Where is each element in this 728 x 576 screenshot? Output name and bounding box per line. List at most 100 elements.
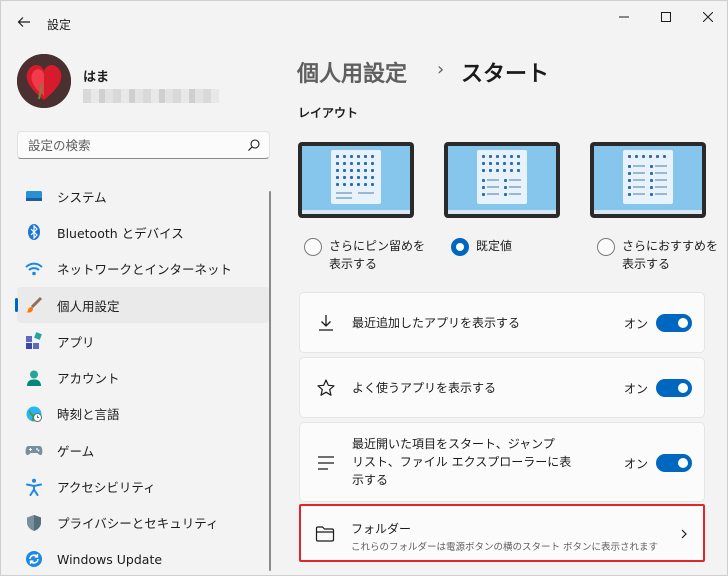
back-button[interactable] xyxy=(13,11,35,33)
sidebar-item-bluetooth[interactable]: Bluetooth とデバイス xyxy=(17,214,269,250)
preview-app-dot xyxy=(364,162,367,165)
preview-app-dot xyxy=(496,169,499,172)
preview-app-dot xyxy=(489,155,492,158)
preview-app-dot xyxy=(489,169,492,172)
preview-app-dot xyxy=(510,162,513,165)
heart-photo-icon xyxy=(17,54,71,108)
sidebar-scrollbar[interactable] xyxy=(269,191,271,571)
search-input[interactable] xyxy=(18,132,238,158)
sidebar-item-system[interactable]: システム xyxy=(17,178,269,214)
radio-label-line: さらにピン留めを xyxy=(329,239,426,253)
preview-list-line xyxy=(358,192,374,194)
sidebar-item-windows-update[interactable]: Windows Update xyxy=(17,541,269,575)
preview-app-dot xyxy=(517,155,520,158)
radio-button[interactable] xyxy=(304,238,322,256)
setting-label: よく使うアプリを表示する xyxy=(352,381,497,395)
apps-icon xyxy=(25,332,43,350)
setting-folders[interactable]: フォルダー これらのフォルダーは電源ボタンの横のスタート ボタンに表示されます xyxy=(299,504,705,562)
sidebar-item-label: アクセシビリティ xyxy=(57,480,156,496)
sidebar-item-accessibility[interactable]: アクセシビリティ xyxy=(17,468,269,504)
sidebar-item-network[interactable]: ネットワークとインターネット xyxy=(17,251,269,287)
preview-list-line xyxy=(487,179,499,181)
toggle-state-label: オン xyxy=(624,457,649,471)
radio-label-line: 表示する xyxy=(329,257,378,271)
preview-app-dot xyxy=(650,165,653,168)
search-icon[interactable] xyxy=(247,138,261,152)
setting-label-line: リスト、ファイル エクスプローラーに表 xyxy=(352,455,572,469)
user-email-blurred xyxy=(83,89,219,103)
preview-list-line xyxy=(655,193,667,195)
preview-taskbar xyxy=(594,210,702,214)
sidebar-item-accounts[interactable]: アカウント xyxy=(17,359,269,395)
sidebar-item-personalization[interactable]: 個人用設定 xyxy=(15,286,269,324)
layout-more-recommendations-preview[interactable] xyxy=(590,142,706,218)
preview-app-dot xyxy=(343,176,346,179)
search-box[interactable] xyxy=(17,131,270,159)
preview-app-dot xyxy=(350,162,353,165)
sidebar-item-label: アカウント xyxy=(57,371,120,387)
layout-more-pins-preview[interactable] xyxy=(298,142,414,218)
preview-list-line xyxy=(655,179,667,181)
preview-screen xyxy=(594,146,702,214)
preview-app-dot xyxy=(517,169,520,172)
radio-button[interactable] xyxy=(597,238,615,256)
preview-app-dot xyxy=(357,155,360,158)
sidebar-item-gaming[interactable]: ゲーム xyxy=(17,432,269,468)
radio-option-more-recommendations[interactable]: さらにおすすめを 表示する xyxy=(597,237,718,273)
sidebar-item-privacy[interactable]: プライバシーとセキュリティ xyxy=(17,505,269,541)
preview-app-dot xyxy=(663,155,666,158)
preview-app-dot xyxy=(343,183,346,186)
preview-list-line xyxy=(633,179,645,181)
sidebar-item-label: 個人用設定 xyxy=(57,298,120,314)
setting-recently-added-apps[interactable]: 最近追加したアプリを表示する オン xyxy=(299,292,705,353)
avatar[interactable] xyxy=(17,54,71,108)
radio-label: さらにピン留めを 表示する xyxy=(329,237,425,273)
preview-app-dot xyxy=(364,176,367,179)
radio-label-line: 既定値 xyxy=(476,239,513,253)
preview-taskbar xyxy=(302,210,410,214)
radio-option-more-pins[interactable]: さらにピン留めを 表示する xyxy=(304,237,425,273)
sidebar-item-label: ゲーム xyxy=(57,443,95,459)
radio-button-checked[interactable] xyxy=(451,238,469,256)
sidebar-item-label: プライバシーとセキュリティ xyxy=(57,516,219,532)
maximize-icon xyxy=(661,12,671,22)
preview-app-dot xyxy=(496,155,499,158)
preview-app-dot xyxy=(371,155,374,158)
preview-app-dot xyxy=(371,176,374,179)
preview-list-line xyxy=(655,186,667,188)
sidebar-item-apps[interactable]: アプリ xyxy=(17,323,269,359)
preview-list-line xyxy=(487,186,499,188)
preview-app-dot xyxy=(343,162,346,165)
setting-most-used-apps[interactable]: よく使うアプリを表示する オン xyxy=(299,357,705,418)
preview-taskbar xyxy=(448,210,556,214)
preview-list-line xyxy=(633,186,645,188)
preview-app-dot xyxy=(628,193,631,196)
radio-label-line: 表示する xyxy=(622,257,671,271)
minimize-button[interactable] xyxy=(601,1,647,33)
layout-default-preview[interactable] xyxy=(444,142,560,218)
sidebar-item-label: ネットワークとインターネット xyxy=(57,262,233,278)
preview-app-dot xyxy=(489,162,492,165)
setting-label: 最近開いた項目をスタート、ジャンプ リスト、ファイル エクスプローラーに表 示す… xyxy=(352,435,571,489)
toggle-switch[interactable] xyxy=(656,454,692,472)
setting-recently-opened-items[interactable]: 最近開いた項目をスタート、ジャンプ リスト、ファイル エクスプローラーに表 示す… xyxy=(299,422,705,502)
settings-window: 設定 はま 設定の検索 システム Bluetooth とデバイス ネットワークと… xyxy=(0,0,728,576)
preview-app-dot xyxy=(650,193,653,196)
preview-list-line xyxy=(509,179,521,181)
preview-list-line xyxy=(509,193,521,195)
toggle-switch[interactable] xyxy=(656,314,692,332)
maximize-button[interactable] xyxy=(643,1,689,33)
folder-icon xyxy=(315,526,335,542)
start-panel xyxy=(623,150,673,204)
sidebar-item-label: システム xyxy=(57,189,107,205)
preview-app-dot xyxy=(628,155,631,158)
toggle-switch[interactable] xyxy=(656,379,692,397)
preview-app-dot xyxy=(350,155,353,158)
chevron-right-icon xyxy=(681,529,687,539)
radio-label: 既定値 xyxy=(476,237,512,255)
radio-option-default[interactable]: 既定値 xyxy=(451,237,512,256)
sidebar-item-time-language[interactable]: 時刻と言語 xyxy=(17,396,269,432)
breadcrumb-parent[interactable]: 個人用設定 xyxy=(297,56,407,88)
preview-app-dot xyxy=(482,193,485,196)
close-button[interactable] xyxy=(685,1,727,33)
